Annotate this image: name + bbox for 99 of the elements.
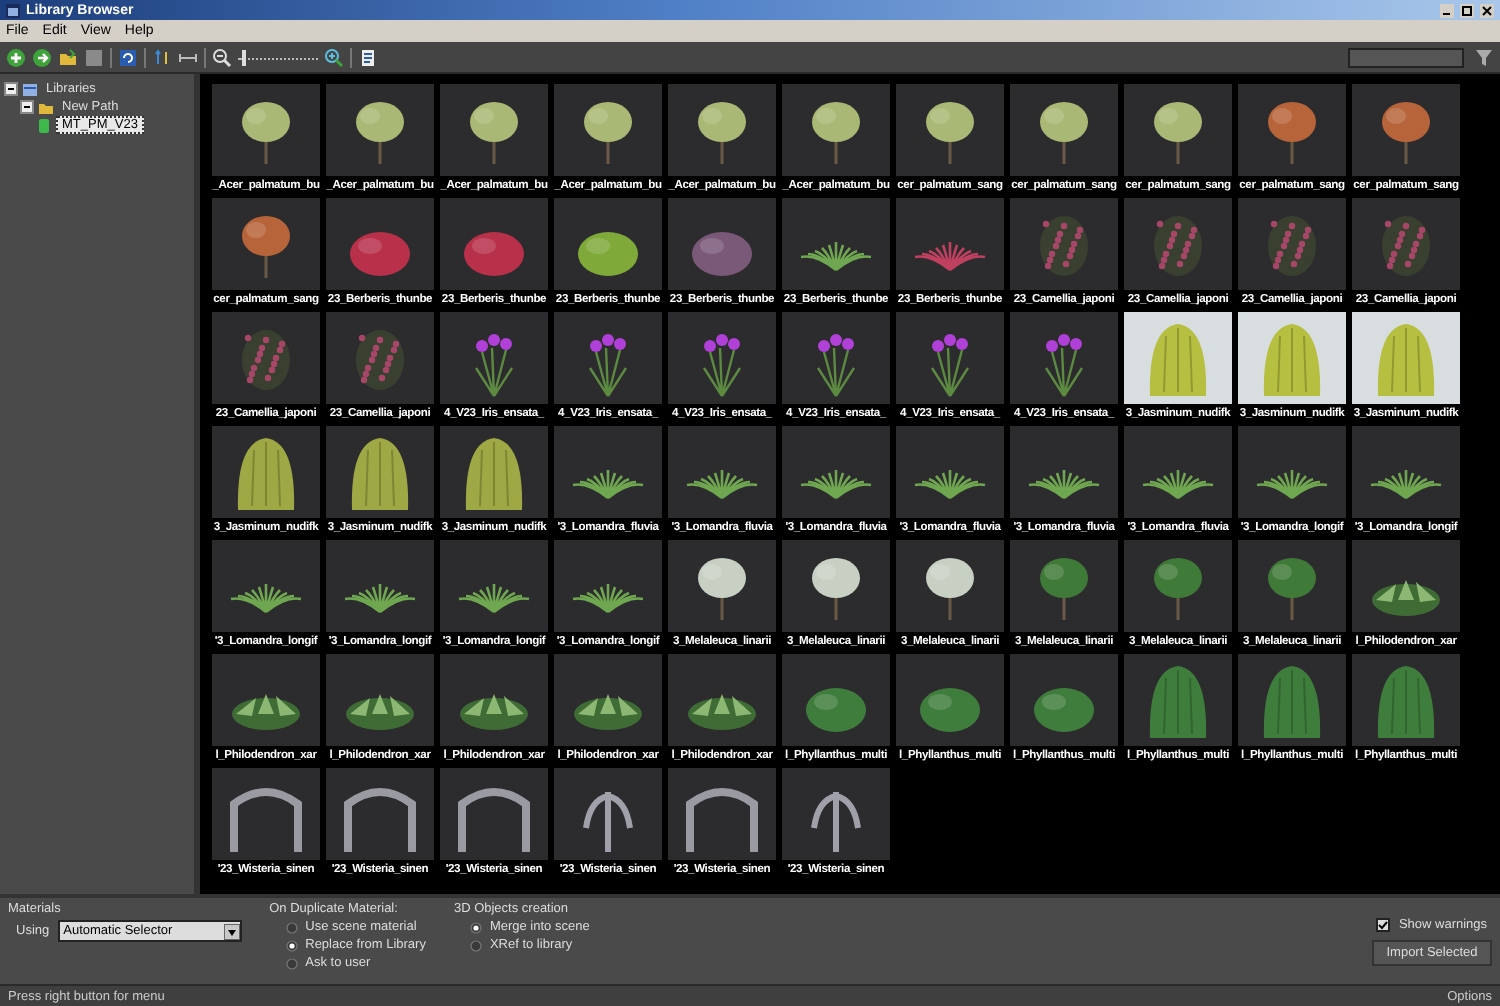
plant-thumbnail[interactable] xyxy=(326,768,434,860)
plant-thumbnail[interactable] xyxy=(668,654,776,746)
plant-thumbnail[interactable] xyxy=(1238,84,1346,176)
plant-thumbnail[interactable] xyxy=(1238,426,1346,518)
sort-icon[interactable] xyxy=(152,47,172,67)
zoom-slider[interactable] xyxy=(238,49,318,65)
plant-thumbnail[interactable] xyxy=(554,198,662,290)
plant-thumbnail[interactable] xyxy=(1352,84,1460,176)
refresh-icon[interactable] xyxy=(118,47,138,67)
collapse-icon[interactable] xyxy=(4,82,18,96)
plant-thumbnail[interactable] xyxy=(554,312,662,404)
caret-icon xyxy=(223,923,240,939)
plant-thumbnail[interactable] xyxy=(896,84,1004,176)
plant-thumbnail[interactable] xyxy=(212,768,320,860)
plant-thumbnail[interactable] xyxy=(782,540,890,632)
plant-thumbnail[interactable] xyxy=(212,426,320,518)
plant-thumbnail[interactable] xyxy=(1124,312,1232,404)
plant-thumbnail[interactable] xyxy=(326,426,434,518)
plant-thumbnail[interactable] xyxy=(554,84,662,176)
plant-thumbnail[interactable] xyxy=(1238,198,1346,290)
checkbox[interactable] xyxy=(1376,917,1391,931)
plant-thumbnail[interactable] xyxy=(1124,198,1232,290)
plant-thumbnail[interactable] xyxy=(554,426,662,518)
plant-thumbnail[interactable] xyxy=(1124,654,1232,746)
plant-thumbnail[interactable] xyxy=(1352,198,1460,290)
libraries-icon xyxy=(22,81,38,97)
plant-thumbnail[interactable] xyxy=(440,768,548,860)
minimize-icon[interactable] xyxy=(1440,3,1454,17)
plant-thumbnail[interactable] xyxy=(668,84,776,176)
plant-thumbnail[interactable] xyxy=(668,540,776,632)
radio-button[interactable] xyxy=(469,921,482,933)
plant-thumbnail[interactable] xyxy=(1010,540,1118,632)
plant-thumbnail[interactable] xyxy=(668,312,776,404)
library-icon xyxy=(36,117,52,133)
radio-button[interactable] xyxy=(285,957,298,969)
zoom-out-icon[interactable] xyxy=(212,47,232,67)
plant-thumbnail[interactable] xyxy=(554,540,662,632)
plant-thumbnail[interactable] xyxy=(212,312,320,404)
document-icon[interactable] xyxy=(358,47,378,67)
slider-thumb[interactable] xyxy=(241,49,246,65)
plant-thumbnail[interactable] xyxy=(1010,312,1118,404)
zoom-in-icon[interactable] xyxy=(324,47,344,67)
plant-thumbnail[interactable] xyxy=(326,654,434,746)
plant-thumbnail[interactable] xyxy=(212,84,320,176)
plant-thumbnail[interactable] xyxy=(1010,654,1118,746)
folder-icon xyxy=(38,99,54,115)
app-icon xyxy=(6,3,20,17)
plant-thumbnail[interactable] xyxy=(554,654,662,746)
plant-thumbnail[interactable] xyxy=(440,654,548,746)
plant-thumbnail[interactable] xyxy=(326,84,434,176)
plant-thumbnail[interactable] xyxy=(440,540,548,632)
close-icon[interactable] xyxy=(1480,3,1494,17)
plant-thumbnail[interactable] xyxy=(440,198,548,290)
plant-thumbnail[interactable] xyxy=(326,540,434,632)
plant-thumbnail[interactable] xyxy=(212,654,320,746)
filter-field[interactable] xyxy=(1348,47,1464,67)
plant-thumbnail[interactable] xyxy=(1352,654,1460,746)
plant-thumbnail[interactable] xyxy=(1352,312,1460,404)
plant-thumbnail[interactable] xyxy=(440,426,548,518)
plant-thumbnail[interactable] xyxy=(896,654,1004,746)
plant-thumbnail[interactable] xyxy=(668,426,776,518)
plant-thumbnail[interactable] xyxy=(668,198,776,290)
plant-thumbnail[interactable] xyxy=(1238,312,1346,404)
radio-button[interactable] xyxy=(285,939,298,951)
plant-thumbnail[interactable] xyxy=(1238,654,1346,746)
plant-thumbnail[interactable] xyxy=(1352,540,1460,632)
folder-icon[interactable] xyxy=(58,47,78,67)
plant-thumbnail[interactable] xyxy=(1010,198,1118,290)
plant-thumbnail[interactable] xyxy=(212,198,320,290)
collapse-icon[interactable] xyxy=(20,100,34,114)
plant-thumbnail[interactable] xyxy=(1010,84,1118,176)
plant-thumbnail[interactable] xyxy=(1238,540,1346,632)
plant-thumbnail[interactable] xyxy=(212,540,320,632)
plant-thumbnail[interactable] xyxy=(1124,540,1232,632)
plant-thumbnail[interactable] xyxy=(1352,426,1460,518)
plant-thumbnail[interactable] xyxy=(782,312,890,404)
plant-thumbnail[interactable] xyxy=(1124,84,1232,176)
plant-thumbnail[interactable] xyxy=(668,768,776,860)
plant-thumbnail[interactable] xyxy=(1010,426,1118,518)
plant-thumbnail[interactable] xyxy=(782,768,890,860)
plant-thumbnail[interactable] xyxy=(896,426,1004,518)
plant-thumbnail[interactable] xyxy=(782,426,890,518)
radio-button[interactable] xyxy=(285,921,298,933)
maximize-icon[interactable] xyxy=(1460,3,1474,17)
filter-icon[interactable] xyxy=(1474,47,1494,67)
plant-thumbnail[interactable] xyxy=(896,312,1004,404)
plant-thumbnail[interactable] xyxy=(1124,426,1232,518)
plant-thumbnail[interactable] xyxy=(782,198,890,290)
plant-thumbnail[interactable] xyxy=(782,84,890,176)
plant-thumbnail[interactable] xyxy=(326,198,434,290)
plant-thumbnail[interactable] xyxy=(440,312,548,404)
plant-thumbnail[interactable] xyxy=(896,540,1004,632)
plant-thumbnail[interactable] xyxy=(326,312,434,404)
radio-button[interactable] xyxy=(469,939,482,951)
plant-thumbnail[interactable] xyxy=(440,84,548,176)
square-icon[interactable] xyxy=(84,47,104,67)
plant-thumbnail[interactable] xyxy=(554,768,662,860)
plant-thumbnail[interactable] xyxy=(896,198,1004,290)
plant-thumbnail[interactable] xyxy=(782,654,890,746)
